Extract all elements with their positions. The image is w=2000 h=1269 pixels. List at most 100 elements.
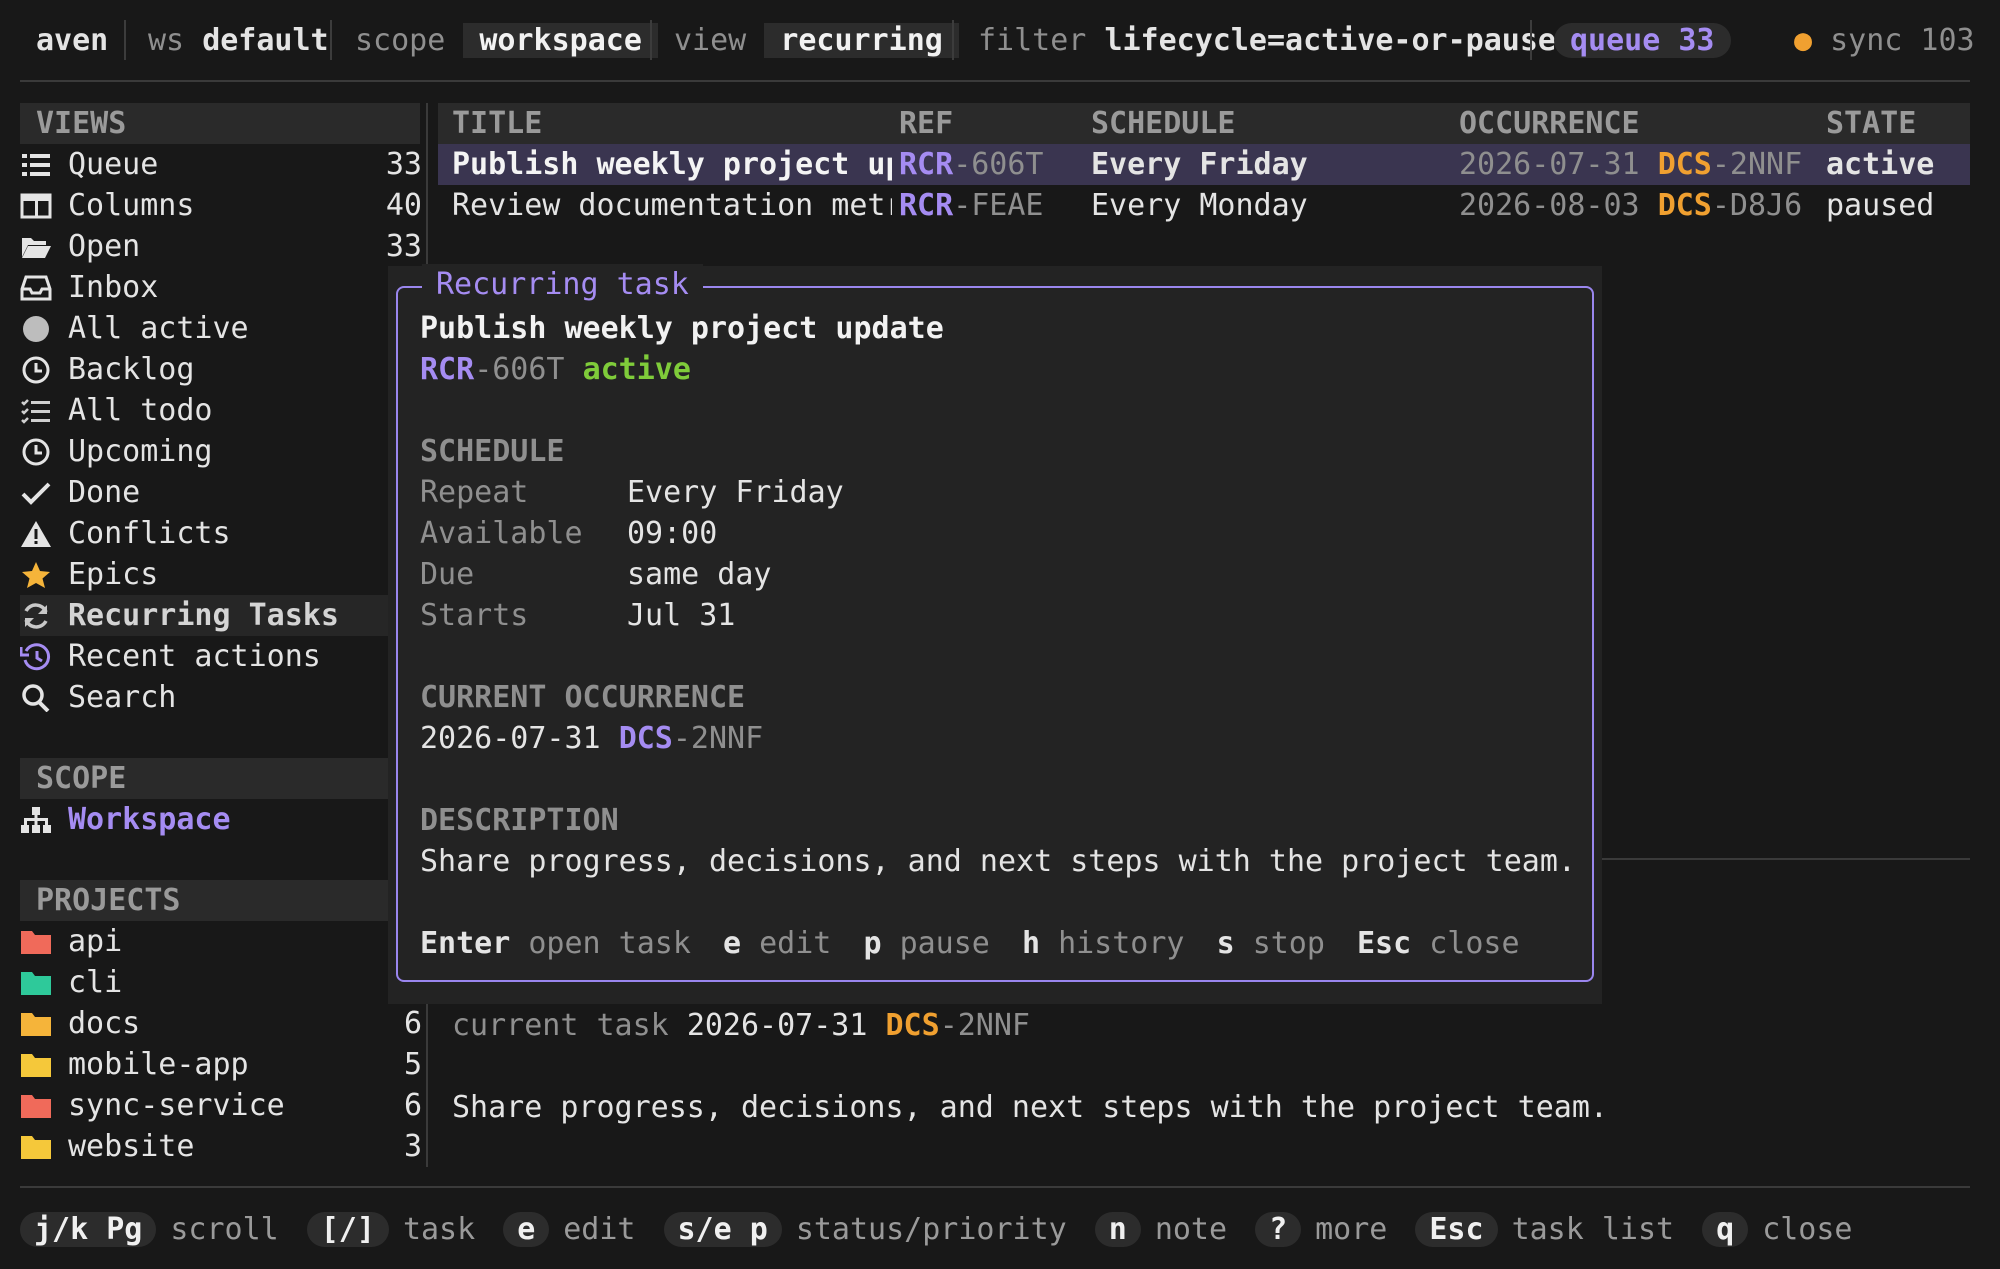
task-ref: RCR-606T: [899, 147, 1044, 182]
sidebar-item-label: Inbox: [68, 270, 159, 305]
sync-dot-icon: ●: [1794, 23, 1813, 58]
popup-task-title: Publish weekly project update: [420, 311, 944, 346]
folder-icon: [21, 1054, 51, 1077]
sidebar-item-upcoming[interactable]: Upcoming: [20, 431, 422, 472]
filter-label: filter: [978, 23, 1087, 58]
hint-close[interactable]: q close: [1702, 1212, 1880, 1247]
project-count: 6: [403, 1088, 422, 1123]
sidebar-item-label: Search: [68, 680, 177, 715]
circle-icon: [23, 316, 49, 342]
list-icon: [22, 154, 50, 176]
project-label: api: [68, 924, 123, 959]
action-edit[interactable]: e edit: [723, 926, 831, 961]
hint-note[interactable]: n note: [1094, 1212, 1255, 1247]
hierarchy-icon: [21, 807, 51, 833]
sidebar-item-epics[interactable]: Epics: [20, 554, 422, 595]
folder-icon: [21, 1013, 51, 1036]
filter-indicator[interactable]: filter lifecycle=active-or-paused: [978, 18, 1574, 64]
queue-label: queue: [1570, 23, 1661, 58]
project-label: docs: [68, 1006, 141, 1041]
hint-task-list[interactable]: Esc task list: [1415, 1212, 1702, 1247]
project-count: 6: [403, 1006, 422, 1041]
detail-divider: [1602, 858, 1970, 860]
sidebar-item-queue[interactable]: Queue 33: [20, 144, 422, 185]
table-row[interactable]: Publish weekly project upda RCR-606T Eve…: [438, 144, 1970, 185]
sidebar-item-search[interactable]: Search: [20, 677, 422, 718]
table-row[interactable]: Review documentation metric RCR-FEAE Eve…: [438, 185, 1970, 226]
sidebar-item-label: Recurring Tasks: [68, 598, 339, 633]
sidebar-item-all-active[interactable]: All active: [20, 308, 422, 349]
project-item-api[interactable]: api: [20, 921, 422, 962]
sidebar-item-label: Done: [68, 475, 141, 510]
sidebar-item-all-todo[interactable]: All todo: [20, 390, 422, 431]
sidebar-item-label: Upcoming: [68, 434, 213, 469]
column-header-occurrence[interactable]: OCCURRENCE: [1459, 103, 1640, 144]
column-header-schedule[interactable]: SCHEDULE: [1091, 103, 1236, 144]
sidebar-item-conflicts[interactable]: Conflicts: [20, 513, 422, 554]
schedule-row-repeat: Repeat Every Friday: [420, 475, 844, 510]
occurrence-line[interactable]: 2026-07-31 DCS-2NNF: [420, 718, 763, 759]
hint-task[interactable]: [/] task: [306, 1212, 503, 1247]
project-label: sync-service: [68, 1088, 285, 1123]
action-pause[interactable]: p pause: [863, 926, 989, 961]
project-item-sync-service[interactable]: sync-service 6: [20, 1085, 422, 1126]
sidebar-item-done[interactable]: Done: [20, 472, 422, 513]
columns-icon: [20, 193, 52, 219]
sidebar-item-label: Workspace: [68, 802, 231, 837]
refresh-icon: [24, 603, 48, 629]
inbox-icon: [20, 275, 52, 301]
action-stop[interactable]: s stop: [1217, 926, 1325, 961]
column-header-title[interactable]: TITLE: [452, 103, 542, 144]
search-icon: [22, 684, 50, 712]
queue-badge[interactable]: queue 33: [1554, 18, 1731, 64]
sidebar-item-count: 33: [385, 147, 422, 182]
column-header-ref[interactable]: REF: [899, 103, 953, 144]
schedule-row-available: Available 09:00: [420, 516, 718, 551]
scope-value: workspace: [463, 23, 658, 58]
sidebar-item-recent-actions[interactable]: Recent actions: [20, 636, 422, 677]
schedule-row-starts: Starts Jul 31: [420, 598, 736, 633]
hint-status-priority[interactable]: s/e p status/priority: [663, 1212, 1095, 1247]
view-indicator[interactable]: view recurring: [674, 18, 959, 64]
popup-ref-line: RCR-606T active: [420, 352, 691, 387]
scope-label: scope: [355, 23, 446, 58]
view-label: view: [674, 23, 747, 58]
checklist-icon: [21, 399, 50, 424]
clock-icon: [22, 356, 50, 384]
warning-icon: [21, 521, 51, 547]
project-item-mobile-app[interactable]: mobile-app 5: [20, 1044, 422, 1085]
scope-indicator[interactable]: scope workspace: [355, 18, 658, 64]
task-schedule: Every Friday: [1091, 147, 1308, 182]
action-history[interactable]: h history: [1022, 926, 1185, 961]
scope-header: SCOPE: [20, 758, 420, 799]
sidebar-item-label: Columns: [68, 188, 195, 223]
status-badge: active: [582, 352, 691, 387]
hint-scroll[interactable]: j/k Pg scroll: [20, 1212, 307, 1247]
sidebar-item-open[interactable]: Open 33: [20, 226, 422, 267]
views-header: VIEWS: [20, 103, 420, 144]
projects-header: PROJECTS: [20, 880, 420, 921]
sidebar-item-backlog[interactable]: Backlog: [20, 349, 422, 390]
sidebar-item-columns[interactable]: Columns 40: [20, 185, 422, 226]
sidebar-item-recurring-tasks[interactable]: Recurring Tasks: [20, 595, 422, 636]
divider: [650, 20, 652, 60]
action-open-task[interactable]: Enter open task: [420, 926, 691, 961]
app-name: aven: [36, 23, 109, 58]
schedule-header: SCHEDULE: [420, 434, 565, 469]
project-item-docs[interactable]: docs 6: [20, 1003, 422, 1044]
column-header-state[interactable]: STATE: [1826, 103, 1916, 144]
workspace-indicator[interactable]: ws default: [148, 18, 329, 64]
sidebar-item-label: Recent actions: [68, 639, 321, 674]
project-item-cli[interactable]: cli: [20, 962, 422, 1003]
hint-edit[interactable]: e edit: [503, 1212, 663, 1247]
sidebar-item-workspace[interactable]: Workspace: [20, 799, 422, 840]
sidebar-item-inbox[interactable]: Inbox: [20, 267, 422, 308]
action-close[interactable]: Esc close: [1357, 926, 1520, 961]
sync-status: ● sync 103: [1794, 18, 1975, 64]
project-item-website[interactable]: website 3: [20, 1126, 422, 1167]
task-state: paused: [1826, 188, 1935, 223]
sidebar-item-label: All active: [68, 311, 249, 346]
hint-more[interactable]: ? more: [1255, 1212, 1415, 1247]
task-state: active: [1826, 147, 1935, 182]
folder-open-icon: [22, 238, 51, 258]
